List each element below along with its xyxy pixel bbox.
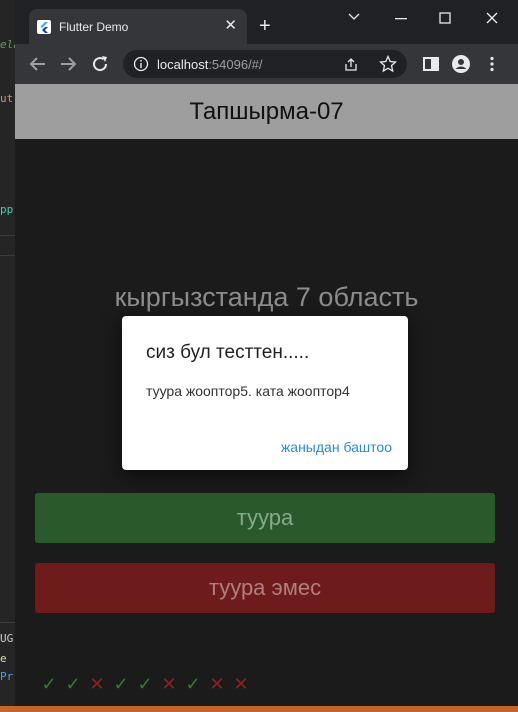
dialog-title: сиз бул тесттен..... [146,342,310,363]
check-icon: ✓ [185,674,201,694]
reload-icon[interactable] [90,54,110,74]
editor-fragment: ut [0,92,14,105]
maximize-icon[interactable] [439,12,451,24]
browser-window: Flutter Demo ✕ + localhost:54096/#/ Тапш… [15,0,518,706]
editor-fragment: e [0,652,7,665]
cross-icon: ✕ [89,674,105,694]
score-keeper: ✓ ✓ ✕ ✓ ✓ ✕ ✓ ✕ ✕ [37,674,253,694]
tab-title: Flutter Demo [59,20,129,34]
editor-divider [0,622,16,623]
close-tab-icon[interactable]: ✕ [224,18,237,34]
cross-icon: ✕ [161,674,177,694]
check-icon: ✓ [41,674,57,694]
taskbar-strip [0,706,518,712]
editor-divider [0,255,16,256]
question-text: кыргызстанда 7 область [114,282,419,312]
restart-button[interactable]: жаныдан баштоо [281,439,392,455]
flutter-icon [37,20,51,34]
dialog-body: туура жооптор5. ката жооптор4 [146,383,350,399]
editor-fragment: UG [0,632,14,645]
side-panel-icon[interactable] [421,54,441,74]
result-dialog: сиз бул тесттен..... туура жооптор5. кат… [122,316,408,470]
cross-icon: ✕ [209,674,225,694]
tab-flutter-demo[interactable]: Flutter Demo ✕ [29,9,247,44]
editor-fragment: pp [0,203,14,216]
minimize-icon[interactable] [395,18,407,20]
browser-toolbar: localhost:54096/#/ [15,44,518,84]
back-icon[interactable] [28,54,48,74]
menu-kebab-icon[interactable] [482,54,502,74]
editor-fragment: Pr [0,670,14,683]
app-bar: Тапшырма-07 [15,84,518,139]
address-bar[interactable]: localhost:54096/#/ [123,50,407,78]
tab-strip: Flutter Demo ✕ + [15,0,518,44]
check-icon: ✓ [113,674,129,694]
site-info-icon[interactable] [133,56,149,72]
background-editor: ela ut pp UG e Pr [0,0,20,712]
url-host: localhost [157,57,209,72]
close-window-icon[interactable] [486,12,498,24]
false-button[interactable]: туура эмес [35,563,495,613]
forward-icon[interactable] [58,54,78,74]
url-path: :54096/#/ [208,57,263,72]
profile-avatar-icon[interactable] [451,54,471,74]
page-title: Тапшырма-07 [189,98,344,125]
new-tab-icon[interactable]: + [259,16,271,36]
check-icon: ✓ [65,674,81,694]
check-icon: ✓ [137,674,153,694]
true-button[interactable]: туура [35,493,495,543]
editor-divider [0,235,16,236]
cross-icon: ✕ [233,674,249,694]
flutter-app-page: Тапшырма-07 кыргызстанда 7 область туура… [15,84,518,706]
url-text[interactable]: localhost:54096/#/ [157,57,263,72]
chevron-down-icon[interactable] [348,12,360,22]
share-icon[interactable] [343,56,359,72]
bookmark-star-icon[interactable] [379,55,397,73]
